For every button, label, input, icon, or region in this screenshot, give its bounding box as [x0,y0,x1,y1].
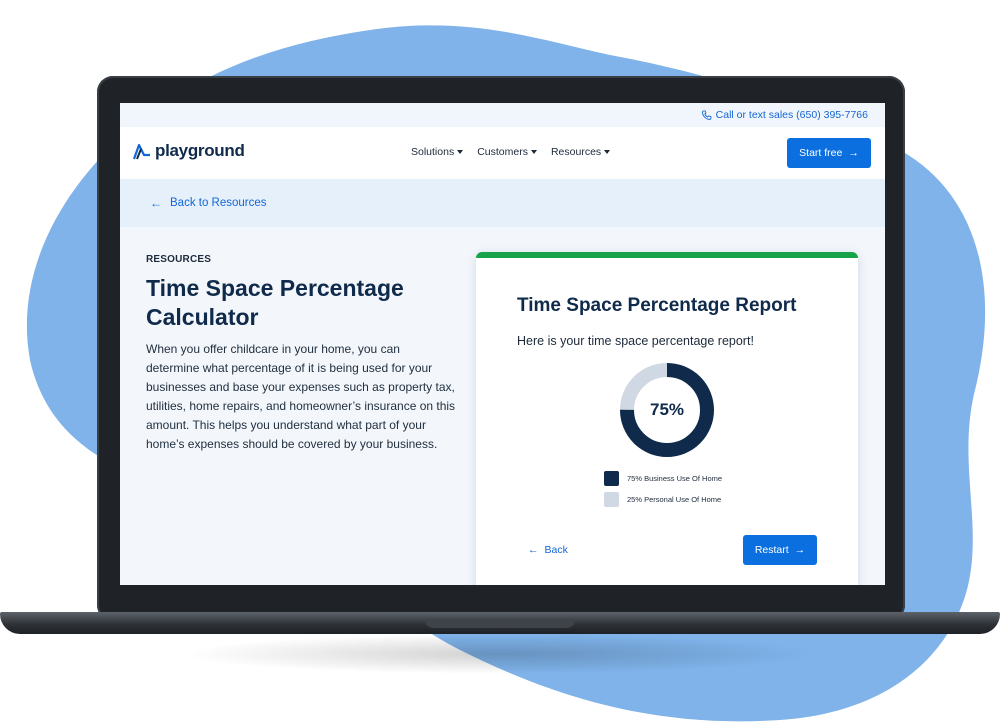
browser-screen: Call or text sales (650) 395-7766 playgr… [120,103,885,585]
arrow-left-icon: ← [150,196,162,210]
restart-label: Restart [754,544,789,556]
report-title: Time Space Percentage Report [517,295,797,316]
caret-down-icon [457,150,464,154]
caret-down-icon [604,150,611,154]
nav-item-solutions[interactable]: Solutions [411,146,464,158]
report-subtitle: Here is your time space percentage repor… [517,334,754,348]
laptop-notch [425,620,575,628]
main-nav: playground Solutions Customers Resources… [120,127,885,179]
legend-item: 25% Personal Use Of Home [604,489,722,510]
phone-icon [701,109,712,120]
legend-label: 75% Business Use Of Home [627,474,723,483]
nav-item-customers[interactable]: Customers [477,146,537,158]
restart-button[interactable]: Restart → [743,535,817,565]
section-eyebrow: RESOURCES [146,254,212,265]
article-intro: RESOURCES Time Space Percentage Calculat… [146,254,456,454]
donut-center-label: 75% [649,400,685,419]
slide-icon [132,143,150,160]
top-contact-bar: Call or text sales (650) 395-7766 [120,103,885,127]
page-title: Time Space Percentage Calculator [146,275,404,330]
nav-item-resources[interactable]: Resources [550,146,611,158]
laptop-shadow [180,634,820,674]
back-label: Back [544,544,568,556]
report-card: Time Space Percentage Report Here is you… [476,252,858,585]
legend-swatch [604,492,619,507]
nav-item-label: Customers [477,146,528,158]
page-description: When you offer childcare in your home, y… [146,342,456,451]
nav-item-label: Resources [550,146,602,158]
back-to-resources-link[interactable]: Back to Resources [170,197,267,209]
legend-item: 75% Business Use Of Home [604,468,722,489]
chart-legend: 75% Business Use Of Home 25% Personal Us… [604,468,722,510]
start-free-button[interactable]: Start free → [787,138,871,168]
back-to-resources-bar: ← Back to Resources [120,179,885,227]
nav-item-label: Solutions [411,146,455,158]
legend-label: 25% Personal Use Of Home [627,495,722,504]
arrow-right-icon: → [848,147,859,159]
logo-text: playground [155,141,245,160]
arrow-left-icon: ← [528,544,539,556]
caret-down-icon [530,150,537,154]
arrow-right-icon: → [794,544,806,556]
sales-phone-link[interactable]: Call or text sales (650) 395-7766 [716,109,868,121]
logo[interactable]: playground [132,141,245,161]
start-free-label: Start free [799,147,843,159]
legend-swatch [604,471,619,486]
back-button[interactable]: ← Back [528,544,568,556]
nav-menu: Solutions Customers Resources [411,146,611,158]
